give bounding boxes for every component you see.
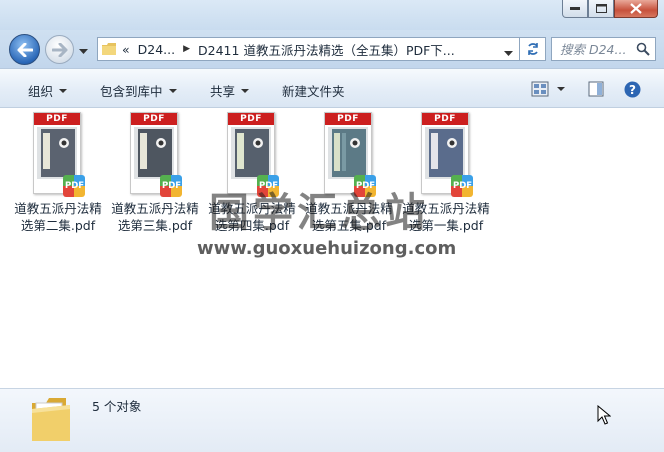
file-item[interactable]: PDF PDF 道教五派丹法精选第四集.pdf — [204, 112, 300, 234]
caret-down-icon — [557, 87, 565, 91]
navigation-bar: « D24... ▶ D2411 道教五派丹法精选（全五集）PDF下... — [0, 30, 664, 68]
chevron-right-icon[interactable]: ▶ — [183, 44, 190, 54]
book-cover-thumbnail — [231, 127, 271, 179]
pdf-label: PDF — [228, 113, 274, 125]
file-name: 道教五派丹法精选第四集.pdf — [208, 201, 296, 233]
back-button[interactable] — [9, 34, 40, 65]
close-button[interactable] — [614, 0, 658, 18]
organize-menu[interactable]: 组织 — [28, 81, 68, 100]
help-icon: ? — [624, 81, 641, 97]
pdf-reader-badge-icon: PDF — [451, 175, 473, 197]
new-folder-button[interactable]: 新建文件夹 — [282, 81, 345, 100]
include-in-library-label: 包含到库中 — [100, 84, 163, 99]
preview-pane-icon — [588, 81, 604, 97]
file-name: 道教五派丹法精选第二集.pdf — [14, 201, 102, 233]
svg-text:?: ? — [629, 83, 636, 97]
book-cover-thumbnail — [425, 127, 465, 179]
caret-down-icon — [59, 88, 68, 93]
file-name: 道教五派丹法精选第一集.pdf — [402, 201, 490, 233]
help-button[interactable]: ? — [624, 79, 641, 99]
search-input[interactable] — [560, 41, 636, 57]
mouse-cursor-icon — [597, 405, 611, 425]
back-arrow-icon — [17, 42, 33, 57]
refresh-icon — [527, 43, 538, 55]
title-bar — [0, 0, 664, 30]
pdf-label: PDF — [422, 113, 468, 125]
caption-buttons — [562, 0, 658, 18]
file-list: PDF PDF 道教五派丹法精选第二集.pdf PDF PDF 道教五派丹法精选… — [1, 108, 663, 388]
chevron-down-icon — [79, 49, 88, 54]
folder-icon — [98, 43, 120, 55]
caret-down-icon — [168, 88, 177, 93]
book-cover-thumbnail — [134, 127, 174, 179]
minimize-icon — [570, 6, 580, 10]
view-icon — [531, 81, 549, 97]
refresh-button[interactable] — [520, 37, 546, 61]
new-folder-label: 新建文件夹 — [282, 84, 345, 99]
search-box[interactable] — [551, 37, 656, 61]
pdf-label: PDF — [131, 113, 177, 125]
pdf-file-icon: PDF PDF — [227, 112, 279, 198]
pdf-reader-badge-icon: PDF — [257, 175, 279, 197]
file-item[interactable]: PDF PDF 道教五派丹法精选第五集.pdf — [301, 112, 397, 234]
minimize-button[interactable] — [562, 0, 588, 18]
breadcrumb-overflow[interactable]: « — [122, 42, 130, 57]
book-cover-thumbnail — [328, 127, 368, 179]
pdf-label: PDF — [325, 113, 371, 125]
folder-icon — [32, 398, 70, 441]
preview-pane-button[interactable] — [588, 79, 604, 99]
caret-down-icon — [241, 88, 250, 93]
item-count: 5 个对象 — [92, 399, 142, 414]
breadcrumb-current[interactable]: D2411 道教五派丹法精选（全五集）PDF下... — [198, 40, 455, 59]
pdf-reader-badge-icon: PDF — [160, 175, 182, 197]
pdf-file-icon: PDF PDF — [130, 112, 182, 198]
maximize-icon — [595, 4, 607, 13]
file-item[interactable]: PDF PDF 道教五派丹法精选第一集.pdf — [398, 112, 494, 234]
address-dropdown[interactable] — [504, 46, 513, 60]
file-item[interactable]: PDF PDF 道教五派丹法精选第三集.pdf — [107, 112, 203, 234]
watermark-url: www.guoxuehuizong.com — [197, 238, 457, 259]
pdf-file-icon: PDF PDF — [324, 112, 376, 198]
close-icon — [630, 3, 642, 14]
maximize-button[interactable] — [588, 0, 614, 18]
details-pane: 5 个对象 — [0, 388, 664, 452]
recent-pages-button[interactable] — [79, 44, 88, 58]
pdf-label: PDF — [34, 113, 80, 125]
pdf-reader-badge-icon: PDF — [63, 175, 85, 197]
forward-button[interactable] — [45, 35, 74, 64]
organize-label: 组织 — [28, 84, 54, 99]
view-options-button[interactable] — [531, 79, 565, 99]
command-bar: 组织 包含到库中 共享 新建文件夹 ? — [0, 68, 664, 108]
pdf-reader-badge-icon: PDF — [354, 175, 376, 197]
search-icon[interactable] — [636, 42, 650, 56]
share-menu[interactable]: 共享 — [210, 81, 250, 100]
forward-arrow-icon — [51, 42, 67, 57]
include-in-library-menu[interactable]: 包含到库中 — [100, 81, 177, 100]
address-bar[interactable]: « D24... ▶ D2411 道教五派丹法精选（全五集）PDF下... — [97, 37, 520, 61]
pdf-file-icon: PDF PDF — [421, 112, 473, 198]
file-item[interactable]: PDF PDF 道教五派丹法精选第二集.pdf — [10, 112, 106, 234]
book-cover-thumbnail — [37, 127, 77, 179]
chevron-down-icon — [504, 51, 513, 56]
share-label: 共享 — [210, 84, 236, 99]
pdf-file-icon: PDF PDF — [33, 112, 85, 198]
breadcrumb-segment[interactable]: D24... — [138, 42, 175, 57]
file-name: 道教五派丹法精选第五集.pdf — [305, 201, 393, 233]
file-name: 道教五派丹法精选第三集.pdf — [111, 201, 199, 233]
